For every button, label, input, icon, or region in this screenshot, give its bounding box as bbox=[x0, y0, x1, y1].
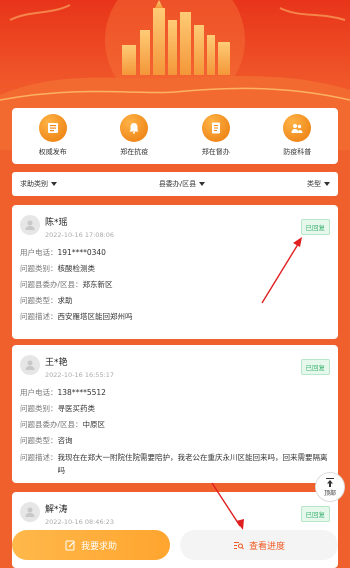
status-badge: 已回复 bbox=[300, 359, 330, 375]
avatar bbox=[20, 502, 40, 522]
bell-icon bbox=[120, 114, 149, 142]
nav-label: 权威发布 bbox=[38, 148, 67, 156]
field-value: 我现在在郑大一附院住院需要陪护，我老公在重庆永川区能回来吗，回来需要隔离吗 bbox=[57, 453, 328, 475]
nav-item-prevention-science[interactable]: 防疫科普 bbox=[262, 114, 332, 157]
seek-help-button[interactable]: 我要求助 bbox=[12, 530, 170, 560]
field-value: 138****5512 bbox=[57, 388, 106, 397]
field-description: 问题描述： 我现在在郑大一附院住院需要陪护，我老公在重庆永川区能回来吗，回来需要隔… bbox=[20, 449, 330, 477]
filter-type-label: 类型 bbox=[306, 180, 321, 188]
nav-label: 防疫科普 bbox=[283, 148, 312, 156]
view-progress-button[interactable]: 查看进度 bbox=[180, 530, 338, 560]
field-label: 问题类别： bbox=[20, 404, 58, 413]
avatar bbox=[20, 215, 40, 235]
progress-search-icon bbox=[233, 541, 244, 549]
field-category: 问题类别： 寻医买药类 bbox=[20, 401, 330, 417]
document-icon bbox=[201, 114, 230, 142]
field-value: 西安雁塔区能回郑州吗 bbox=[57, 312, 133, 321]
field-phone: 用户电话： 191****0340 bbox=[20, 245, 330, 261]
request-time: 2022-10-16 17:08:06 bbox=[45, 231, 115, 239]
field-value: 寻医买药类 bbox=[57, 404, 96, 413]
field-label: 问题描述： bbox=[20, 453, 58, 462]
requester-name: 陈*瑶 bbox=[45, 218, 68, 228]
filter-category-label: 求助类别 bbox=[20, 180, 48, 188]
back-to-top-label: 顶部 bbox=[323, 489, 336, 497]
filter-district-dropdown[interactable]: 县委办/区县 bbox=[158, 179, 206, 189]
filter-type-dropdown[interactable]: 类型 bbox=[307, 179, 330, 189]
field-value: 中原区 bbox=[82, 420, 106, 429]
help-request-card[interactable]: 陈*瑶 2022-10-16 17:08:06 已回复 用户电话： 191****… bbox=[12, 205, 338, 339]
field-label: 问题县委办/区县： bbox=[20, 420, 83, 429]
back-to-top-button[interactable]: 顶部 bbox=[315, 472, 345, 502]
request-time: 2022-10-16 16:55:17 bbox=[45, 371, 115, 379]
field-district: 问题县委办/区县： 郑东新区 bbox=[20, 277, 330, 293]
help-request-card[interactable]: 王*艳 2022-10-16 16:55:17 已回复 用户电话： 138****… bbox=[12, 345, 338, 483]
nav-label: 郑在督办 bbox=[201, 148, 230, 156]
field-label: 问题县委办/区县： bbox=[20, 280, 83, 289]
field-label: 问题类别： bbox=[20, 264, 58, 273]
caret-down-icon bbox=[199, 182, 206, 186]
requester-name: 解*涛 bbox=[45, 505, 68, 515]
bottom-action-bar: 我要求助 查看进度 bbox=[0, 526, 350, 568]
field-label: 问题描述： bbox=[20, 312, 58, 321]
view-progress-label: 查看进度 bbox=[248, 541, 285, 552]
filter-bar: 求助类别 县委办/区县 类型 bbox=[12, 172, 338, 196]
field-value: 191****0340 bbox=[57, 248, 106, 257]
nav-label: 郑在抗疫 bbox=[120, 148, 149, 156]
filter-category-dropdown[interactable]: 求助类别 bbox=[20, 179, 57, 189]
caret-down-icon bbox=[323, 182, 330, 186]
caret-down-icon bbox=[51, 182, 57, 186]
field-type: 问题类型： 咨询 bbox=[20, 433, 330, 449]
filter-district-label: 县委办/区县 bbox=[158, 180, 197, 188]
field-label: 问题类型： bbox=[20, 296, 58, 305]
requester-name: 王*艳 bbox=[45, 358, 68, 368]
field-value: 求助 bbox=[57, 296, 73, 305]
arrow-up-icon bbox=[326, 477, 334, 487]
field-value: 郑东新区 bbox=[82, 280, 113, 289]
field-value: 核酸检测类 bbox=[57, 264, 96, 273]
field-label: 用户电话： bbox=[20, 388, 58, 397]
field-label: 问题类型： bbox=[20, 436, 58, 445]
nav-item-supervision[interactable]: 郑在督办 bbox=[181, 114, 251, 157]
nav-item-fight-epidemic[interactable]: 郑在抗疫 bbox=[99, 114, 169, 157]
field-label: 用户电话： bbox=[20, 248, 58, 257]
field-type: 问题类型： 求助 bbox=[20, 293, 330, 309]
nav-item-authority-release[interactable]: 权威发布 bbox=[18, 114, 88, 157]
status-badge: 已回复 bbox=[300, 506, 330, 522]
edit-icon bbox=[65, 540, 75, 550]
field-district: 问题县委办/区县： 中原区 bbox=[20, 417, 330, 433]
seek-help-label: 我要求助 bbox=[80, 541, 117, 552]
field-description: 问题描述： 西安雁塔区能回郑州吗 bbox=[20, 309, 330, 325]
news-icon bbox=[38, 114, 67, 142]
field-category: 问题类别： 核酸检测类 bbox=[20, 261, 330, 277]
field-value: 咨询 bbox=[57, 436, 73, 445]
avatar bbox=[20, 355, 40, 375]
people-icon bbox=[283, 114, 312, 142]
request-time: 2022-10-16 08:46:23 bbox=[45, 518, 115, 526]
feature-nav: 权威发布 郑在抗疫 郑在督办 防疫科普 bbox=[12, 108, 338, 164]
status-badge: 已回复 bbox=[300, 219, 330, 235]
field-phone: 用户电话： 138****5512 bbox=[20, 385, 330, 401]
